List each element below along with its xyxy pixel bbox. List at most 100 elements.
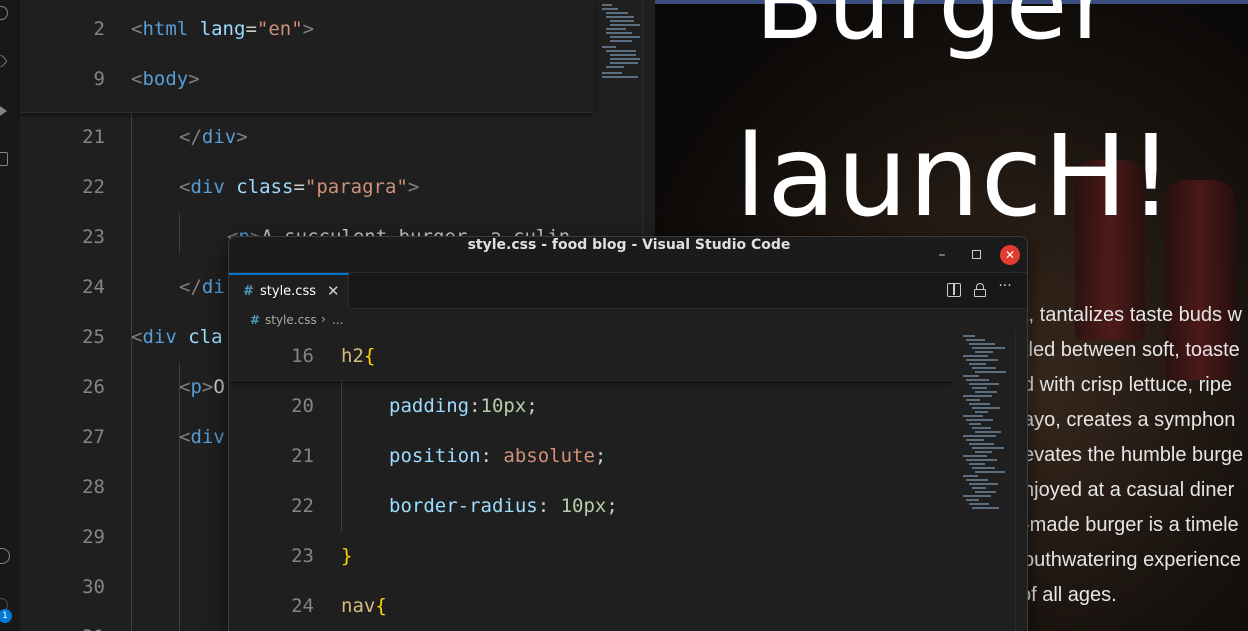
css-code-area[interactable]: 16 h2{ 20 padding:10px; 21 position: absolut…	[229, 331, 953, 631]
line-number: 16	[291, 345, 314, 367]
close-tab-icon[interactable]: ✕	[327, 282, 340, 300]
code-token: >	[201, 376, 214, 398]
code-token: >	[407, 176, 420, 198]
code-text: <html lang="en">	[131, 4, 314, 54]
maximize-button[interactable]	[966, 245, 986, 265]
line-number: 22	[82, 176, 105, 198]
code-line: 21 position: absolute;	[229, 431, 953, 481]
more-actions-icon[interactable]: ···	[998, 279, 1012, 293]
tab-style-css[interactable]: # style.css ✕	[229, 273, 349, 309]
code-token: <	[179, 176, 191, 198]
close-window-button[interactable]: ✕	[1000, 245, 1020, 265]
code-token: <	[131, 18, 143, 40]
css-file-icon: #	[243, 284, 254, 299]
code-text: position: absolute;	[389, 431, 606, 481]
code-token: }	[341, 545, 353, 567]
line-number: 22	[291, 495, 314, 517]
code-text: h2{	[341, 331, 375, 381]
line-number: 26	[82, 376, 105, 398]
minimap-line	[966, 379, 989, 381]
maximize-icon	[971, 250, 981, 259]
code-token: <	[179, 376, 191, 398]
code-token: cla	[188, 326, 223, 348]
line-number: 9	[93, 68, 105, 90]
window-title: style.css - food blog - Visual Studio Co…	[467, 237, 791, 253]
code-text: </div>	[179, 112, 248, 162]
minimap-line	[972, 427, 991, 429]
title-bar[interactable]: style.css - food blog - Visual Studio Co…	[229, 237, 1027, 273]
code-token: h2	[341, 345, 364, 367]
minimize-button[interactable]: –	[932, 245, 952, 265]
minimap-line	[972, 467, 995, 469]
paragraph-line: njoyed at a casual diner	[1023, 479, 1235, 501]
minimap-line	[966, 479, 988, 481]
breadcrumb-file[interactable]: style.css	[265, 313, 317, 327]
sticky-scroll-header: 2 <html lang="en"> 9 <body>	[20, 0, 594, 113]
code-token: html	[142, 18, 189, 40]
paragraph-line: t, tantalizes taste buds w	[1023, 304, 1243, 326]
code-token: =	[245, 18, 257, 40]
code-token: O	[213, 376, 225, 398]
code-token: absolute	[503, 445, 595, 467]
code-line: 2 <html lang="en">	[20, 4, 594, 54]
line-number: 29	[82, 526, 105, 548]
paragraph-line: tled between soft, toaste	[1023, 339, 1240, 361]
code-token: 10px	[560, 495, 607, 517]
code-token: =	[293, 176, 305, 198]
line-number: 20	[291, 395, 314, 417]
code-token: 10px	[480, 395, 527, 417]
minimap-line	[969, 363, 986, 365]
tab-bar: # style.css ✕ ···	[229, 273, 1027, 309]
code-text: }	[341, 531, 352, 581]
line-number: 25	[82, 326, 105, 348]
split-editor-icon[interactable]	[947, 283, 961, 297]
code-text: <p>O	[179, 362, 225, 412]
minimap-line	[966, 399, 980, 401]
breadcrumb-symbol[interactable]: ...	[332, 313, 343, 327]
chevron-right-icon: ›	[321, 312, 326, 326]
minimap-line	[963, 495, 991, 497]
indent-guide	[179, 213, 180, 253]
code-token: ;	[594, 445, 607, 467]
minimap-line	[966, 339, 985, 341]
code-token: position	[389, 445, 481, 467]
line-number: 23	[82, 226, 105, 248]
notification-badge: 1	[0, 609, 12, 623]
minimap[interactable]	[957, 331, 1015, 631]
lock-icon[interactable]	[973, 283, 987, 297]
minimap-line	[969, 383, 999, 385]
minimap-line	[963, 435, 996, 437]
extensions-icon[interactable]	[0, 152, 8, 166]
code-token: lang	[199, 18, 246, 40]
code-line: 21 </div>	[20, 112, 594, 162]
code-token: div	[201, 126, 237, 148]
code-token: ;	[526, 395, 538, 417]
vertical-scrollbar[interactable]	[1015, 331, 1027, 631]
paragraph-line: outhwatering experience	[1023, 549, 1241, 571]
code-line: 22 border-radius: 10px;	[229, 481, 953, 531]
code-line: 16 h2{	[229, 331, 953, 381]
search-icon[interactable]	[0, 6, 8, 20]
code-token: :	[469, 395, 481, 417]
minimap-line	[975, 451, 992, 453]
line-number: 31	[45, 612, 105, 631]
minimap-line	[972, 387, 987, 389]
minimap-line	[966, 499, 979, 501]
code-token: </	[179, 276, 202, 298]
minimap-line	[963, 375, 979, 377]
minimap-line	[969, 503, 989, 505]
account-icon[interactable]	[0, 548, 10, 564]
source-control-icon[interactable]	[0, 53, 9, 69]
code-text: <div	[179, 412, 225, 462]
minimap-line	[975, 351, 993, 353]
line-number: 21	[291, 445, 314, 467]
minimap[interactable]	[596, 0, 642, 120]
code-token: :	[537, 495, 561, 517]
minimap-line	[969, 483, 998, 485]
run-debug-icon[interactable]	[0, 104, 7, 118]
code-token: >	[236, 126, 248, 148]
paragraph-line: -made burger is a timele	[1023, 514, 1239, 536]
minimap-line	[975, 391, 997, 393]
minimap-line	[966, 459, 997, 461]
